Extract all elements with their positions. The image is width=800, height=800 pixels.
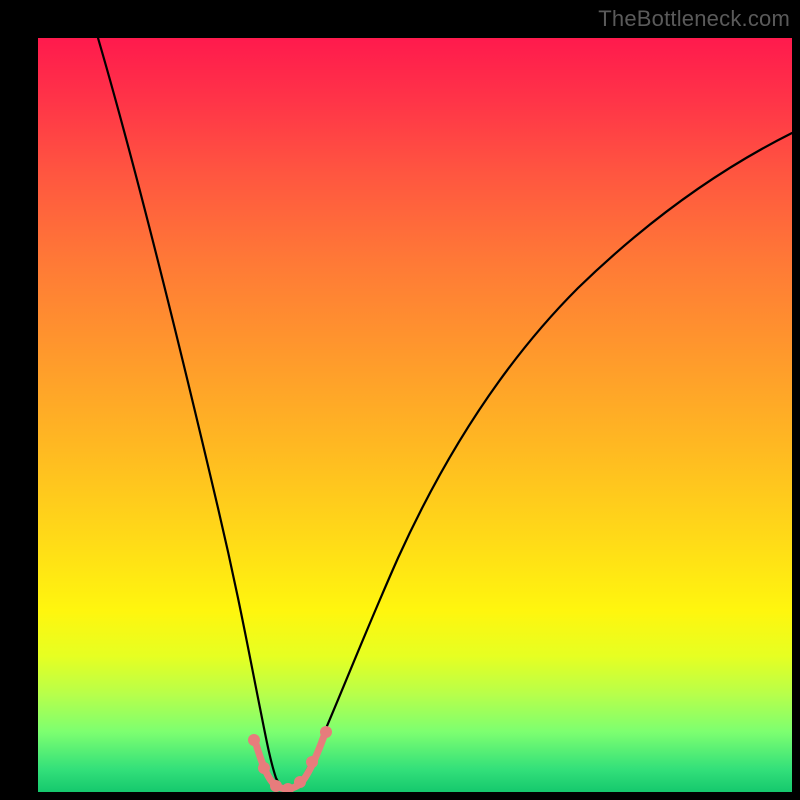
curve-svg bbox=[38, 38, 792, 792]
marker-dot bbox=[294, 776, 306, 788]
marker-dot bbox=[320, 726, 332, 738]
chart-frame: TheBottleneck.com bbox=[0, 0, 800, 800]
watermark-text: TheBottleneck.com bbox=[598, 6, 790, 32]
marker-dot bbox=[270, 780, 282, 792]
bottleneck-curve bbox=[98, 38, 792, 789]
marker-dot bbox=[258, 762, 270, 774]
marker-dot bbox=[248, 734, 260, 746]
plot-area bbox=[38, 38, 792, 792]
marker-dot bbox=[306, 756, 318, 768]
